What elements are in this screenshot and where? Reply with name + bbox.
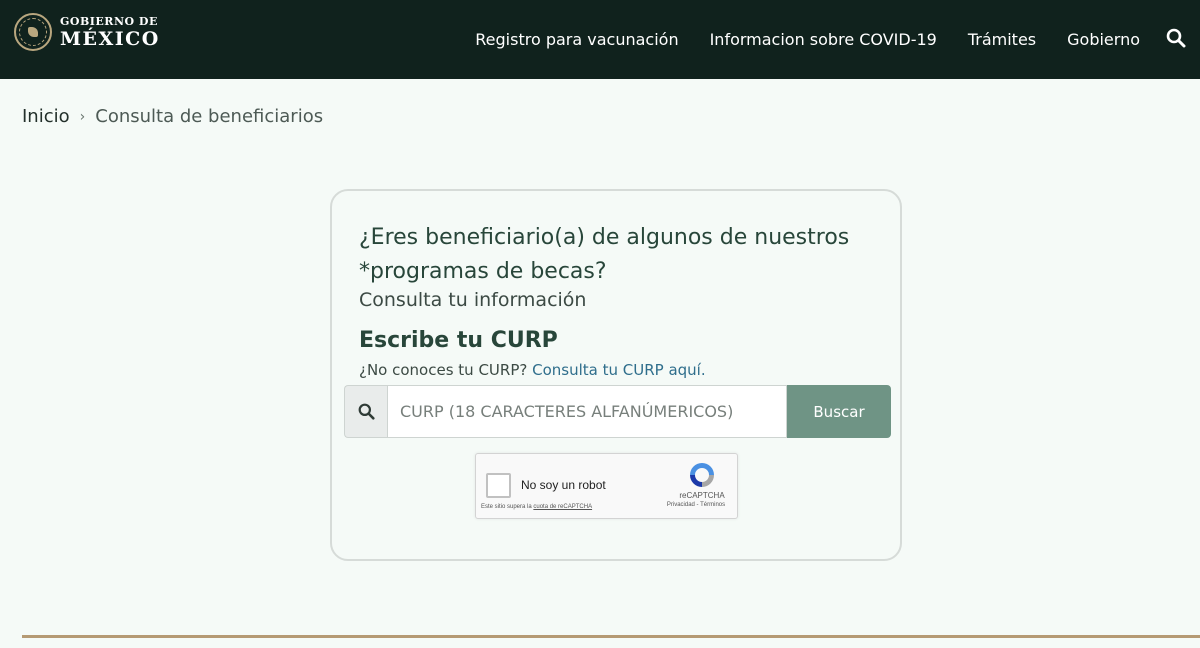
- curp-input[interactable]: [387, 385, 787, 438]
- recaptcha-note-prefix: Este sitio supera la: [481, 504, 532, 510]
- buscar-button[interactable]: Buscar: [787, 385, 891, 438]
- top-navbar: GOBIERNO DE MÉXICO Registro para vacunac…: [0, 0, 1200, 79]
- card-title: ¿Eres beneficiario(a) de algunos de nues…: [359, 225, 850, 284]
- recaptcha-privacy-terms[interactable]: Privacidad - Términos: [656, 502, 736, 508]
- beneficiary-lookup-card: ¿Eres beneficiario(a) de algunos de nues…: [330, 189, 902, 561]
- nav-link-registro-vacunacion[interactable]: Registro para vacunación: [475, 30, 678, 49]
- breadcrumb-separator: ›: [79, 108, 86, 125]
- curp-hint-text: ¿No conoces tu CURP?: [359, 361, 528, 379]
- breadcrumb-current: Consulta de beneficiarios: [95, 106, 324, 127]
- coat-of-arms-icon: [14, 13, 52, 51]
- logo-big-text: MÉXICO: [60, 27, 160, 50]
- logo-small-text: GOBIERNO DE: [60, 14, 158, 28]
- nav-link-tramites[interactable]: Trámites: [968, 30, 1036, 49]
- logo-text: GOBIERNO DE MÉXICO: [60, 16, 160, 49]
- recaptcha-note-link[interactable]: cuota de reCAPTCHA: [533, 504, 592, 510]
- gobierno-logo[interactable]: GOBIERNO DE MÉXICO: [14, 12, 160, 52]
- search-icon: [344, 385, 387, 438]
- recaptcha-quota-note: Este sitio supera la cuota de reCAPTCHA: [481, 504, 592, 510]
- recaptcha-logo-icon: [687, 460, 717, 490]
- footer-divider: [22, 635, 1200, 638]
- main-nav: Registro para vacunación Informacion sob…: [475, 0, 1140, 79]
- breadcrumb-home-link[interactable]: Inicio: [22, 106, 70, 127]
- recaptcha-widget: No soy un robot reCAPTCHA Privacidad - T…: [475, 453, 738, 519]
- card-subtitle: Consulta tu información: [359, 289, 587, 311]
- breadcrumb: Inicio › Consulta de beneficiarios: [22, 106, 323, 127]
- recaptcha-label: No soy un robot: [521, 478, 606, 492]
- curp-hint: ¿No conoces tu CURP? Consulta tu CURP aq…: [359, 361, 706, 379]
- curp-search-group: Buscar: [344, 385, 891, 438]
- recaptcha-checkbox[interactable]: [486, 473, 511, 498]
- nav-link-gobierno[interactable]: Gobierno: [1067, 30, 1140, 49]
- nav-link-covid-info[interactable]: Informacion sobre COVID-19: [710, 30, 937, 49]
- curp-heading: Escribe tu CURP: [359, 328, 558, 353]
- search-icon[interactable]: [1166, 28, 1186, 48]
- recaptcha-brand: reCAPTCHA: [679, 491, 725, 500]
- curp-lookup-link[interactable]: Consulta tu CURP aquí.: [532, 361, 706, 379]
